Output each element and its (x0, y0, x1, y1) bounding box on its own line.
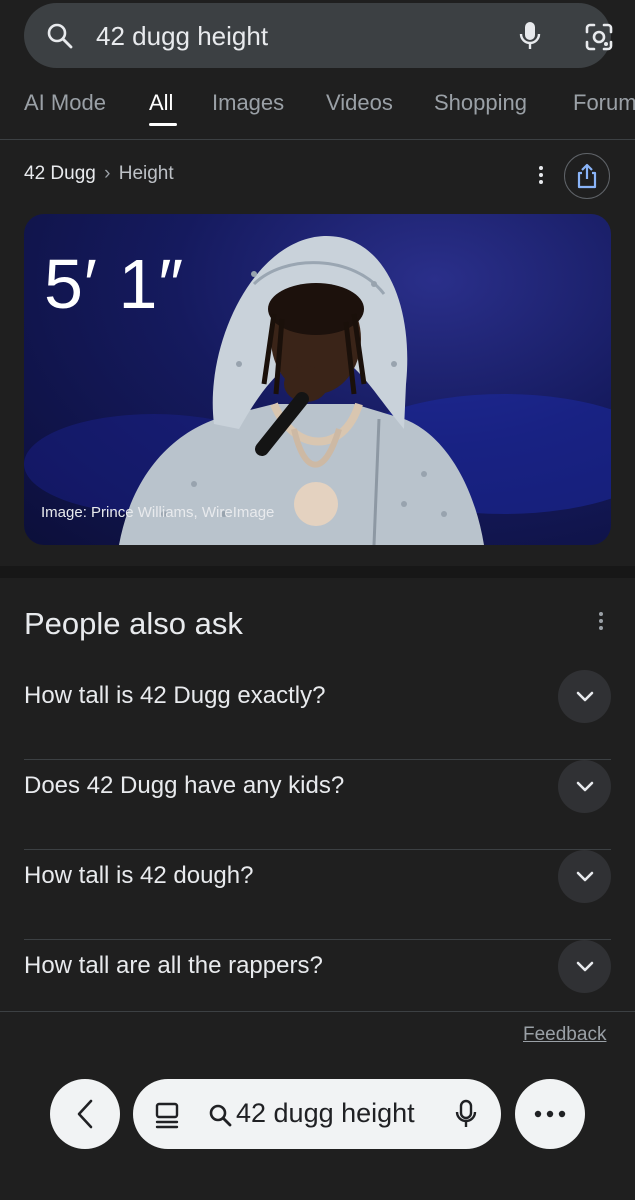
expand-button[interactable] (558, 940, 611, 993)
address-bar-query: 42 dugg height (236, 1098, 415, 1128)
lens-icon[interactable] (584, 23, 614, 51)
paa-question[interactable]: How tall are all the rappers? (24, 940, 611, 1030)
address-bar[interactable]: 42 dugg height (133, 1079, 501, 1149)
paa-question[interactable]: How tall is 42 dough? (24, 850, 611, 940)
expand-button[interactable] (558, 760, 611, 813)
search-input[interactable]: 42 dugg height (96, 21, 268, 52)
expand-button[interactable] (558, 850, 611, 903)
paa-question[interactable]: Does 42 Dugg have any kids? (24, 760, 611, 850)
chevron-down-icon (576, 691, 593, 701)
feedback-link[interactable]: Feedback (523, 1024, 606, 1046)
tab-images[interactable]: Images (212, 90, 284, 116)
height-value: 5′ 1″ (44, 245, 185, 323)
paa-question-text: How tall is 42 Dugg exactly? (24, 682, 326, 709)
paa-question-text: Does 42 Dugg have any kids? (24, 772, 345, 799)
more-vert-icon[interactable] (598, 612, 604, 634)
tab-ai-mode[interactable]: AI Mode (24, 90, 106, 116)
more-vert-icon[interactable] (538, 166, 544, 188)
chevron-down-icon (576, 781, 593, 791)
chevron-left-icon (77, 1099, 93, 1129)
paa-question-text: How tall are all the rappers? (24, 952, 323, 979)
mic-icon[interactable] (455, 1099, 477, 1129)
tab-forum[interactable]: Forum (573, 90, 635, 116)
tab-videos[interactable]: Videos (326, 90, 393, 116)
tab-all[interactable]: All (149, 90, 173, 116)
search-bar[interactable]: 42 dugg height (24, 3, 614, 68)
search-icon (209, 1104, 232, 1127)
divider (0, 1011, 635, 1012)
more-horiz-icon (534, 1110, 566, 1118)
image-credit: Image: Prince Williams, WireImage (41, 504, 275, 521)
chevron-down-icon (576, 871, 593, 881)
share-icon (577, 163, 597, 189)
answer-card[interactable]: 5′ 1″ Image: Prince Williams, WireImage (24, 214, 611, 545)
active-tab-indicator (149, 123, 177, 126)
paa-question[interactable]: How tall is 42 Dugg exactly? (24, 670, 611, 760)
tabs-icon[interactable] (153, 1101, 181, 1129)
breadcrumb-entity[interactable]: 42 Dugg (24, 163, 96, 184)
share-button[interactable] (564, 153, 610, 199)
mic-icon[interactable] (518, 20, 542, 52)
more-button[interactable] (515, 1079, 585, 1149)
breadcrumb-separator: › (104, 163, 111, 184)
chevron-down-icon (576, 961, 593, 971)
paa-title: People also ask (24, 606, 243, 641)
tab-shopping[interactable]: Shopping (434, 90, 527, 116)
search-tabs: AI Mode All Images Videos Shopping Forum (0, 78, 635, 140)
back-button[interactable] (50, 1079, 120, 1149)
expand-button[interactable] (558, 670, 611, 723)
search-icon (47, 23, 73, 49)
breadcrumb-attribute: Height (118, 163, 174, 184)
section-divider (0, 566, 635, 578)
breadcrumb: 42 Dugg › Height (24, 163, 174, 185)
paa-question-text: How tall is 42 dough? (24, 862, 254, 889)
